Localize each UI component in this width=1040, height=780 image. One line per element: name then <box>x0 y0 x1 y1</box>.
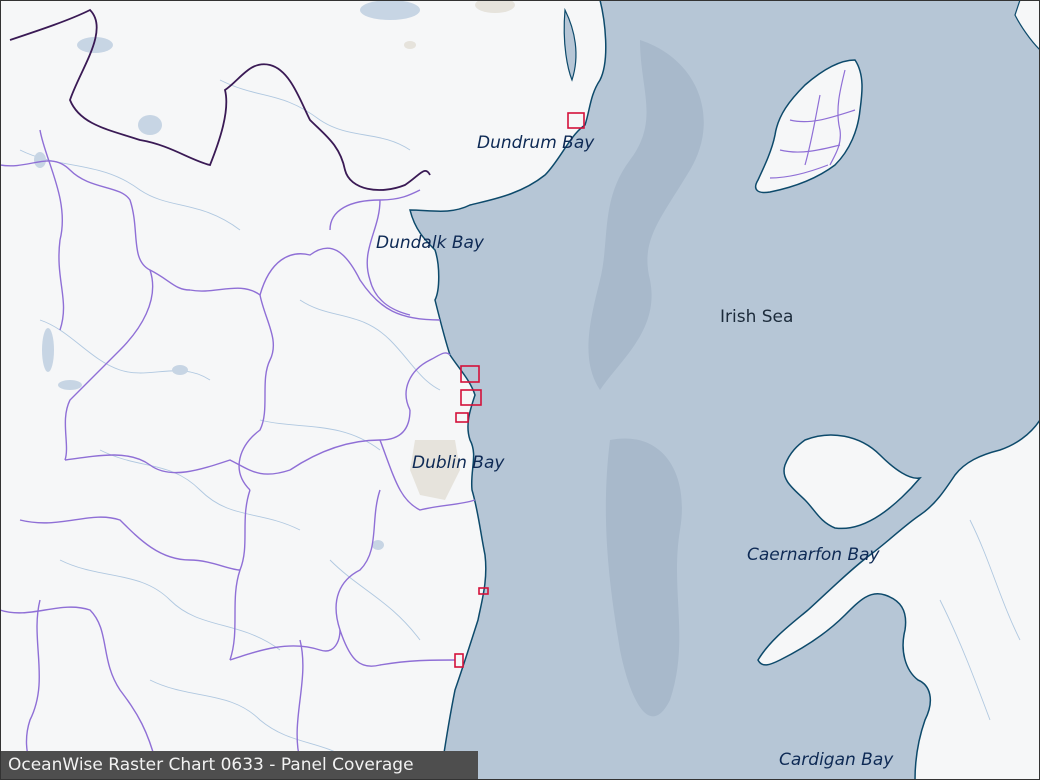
label-irish-sea: Irish Sea <box>720 307 793 327</box>
label-caernarfon-bay: Caernarfon Bay <box>747 545 881 565</box>
label-dundrum-bay: Dundrum Bay <box>477 133 595 153</box>
label-dublin-bay: Dublin Bay <box>412 453 505 473</box>
chart-caption: OceanWise Raster Chart 0633 - Panel Cove… <box>0 751 478 780</box>
coverage-map[interactable]: Dundrum Bay Dundalk Bay Irish Sea Dublin… <box>0 0 1040 780</box>
label-cardigan-bay: Cardigan Bay <box>779 750 894 770</box>
label-dundalk-bay: Dundalk Bay <box>376 233 485 253</box>
